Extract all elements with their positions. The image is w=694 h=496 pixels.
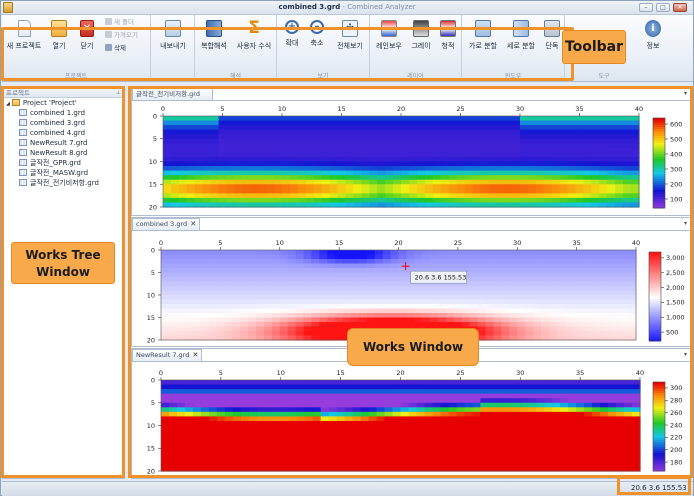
title-bar: combined 3.grd - Combined Analyzer – □ ✕	[1, 1, 693, 15]
tree-annotation-label: Works Tree Window	[11, 242, 115, 284]
info-button[interactable]: i 정보	[641, 17, 665, 65]
toolbar-annotation-label: Toolbar	[562, 30, 626, 64]
close-window-button[interactable]: ✕	[673, 3, 687, 12]
info-icon: i	[645, 20, 661, 37]
works-annotation-label: Works Window	[347, 328, 479, 366]
works-annotation-frame	[128, 86, 693, 478]
status-bar	[2, 481, 693, 496]
minimize-button[interactable]: –	[639, 3, 653, 12]
status-annotation-frame	[617, 476, 691, 495]
maximize-button[interactable]: □	[656, 3, 670, 12]
window-title: combined 3.grd - Combined Analyzer	[278, 3, 416, 11]
toolbar-annotation-frame	[1, 27, 574, 81]
folder-icon	[105, 18, 112, 25]
